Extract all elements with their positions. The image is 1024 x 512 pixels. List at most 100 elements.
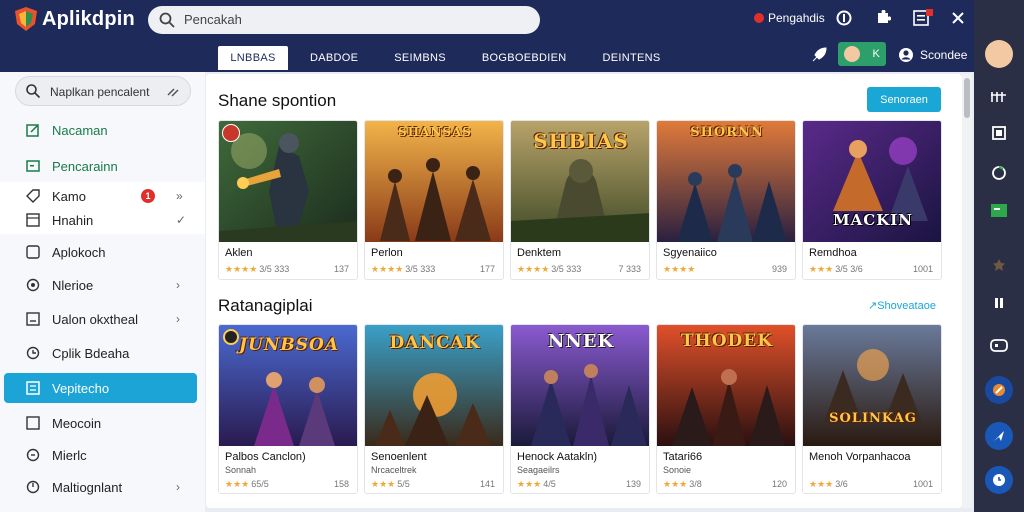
- notifications-link[interactable]: Pengahdis: [754, 8, 825, 28]
- settings-icon: [24, 478, 42, 496]
- game-card[interactable]: Aklen ★★★★ 3/5 333 137: [218, 120, 358, 280]
- sidebar-item-label: Pencarainn: [52, 158, 118, 174]
- game-thumbnail: [219, 121, 357, 242]
- notifications-label: Pengahdis: [768, 11, 825, 25]
- game-art-title: MACKIN: [833, 211, 913, 229]
- game-card[interactable]: SHBIAS Denktem ★★★★ 3/5 333 7 333: [510, 120, 650, 280]
- sidebar-item-ualon[interactable]: Ualon okxtheal ›: [0, 305, 205, 333]
- game-thumbnail: SHANSAS: [365, 121, 503, 242]
- sidebar-item-mierlc[interactable]: Mierlc: [0, 441, 205, 469]
- sidebar-item-vepitecho[interactable]: Vepitecho: [4, 373, 197, 403]
- filter-icon[interactable]: [166, 84, 180, 98]
- sidebar-item-aplokoch[interactable]: Aplokoch: [0, 238, 205, 266]
- sidebar-item-cplik[interactable]: Cplik Bdeaha: [0, 339, 205, 367]
- game-art-title: JUNBSOA: [238, 335, 340, 355]
- section-title: Ratanagiplai: [218, 296, 313, 315]
- rating-stars: ★★★★ 3/5 333: [225, 264, 290, 274]
- sidebar-item-label: Meocoin: [52, 415, 102, 431]
- game-card[interactable]: NNEK Henock Aatakln) Seagaeilrs ★★★ 4/5 1…: [510, 324, 650, 494]
- see-all-link[interactable]: ↗Shoveataoe: [868, 299, 936, 312]
- game-art-title: SHANSAS: [398, 125, 472, 139]
- gamepad-icon[interactable]: [988, 334, 1010, 356]
- game-card[interactable]: SOLINKAG Menoh Vorpanhacoa ★★★ 3/6 1001: [802, 324, 942, 494]
- game-card[interactable]: SHORNN Sgyenaiico ★★★★ 939: [656, 120, 796, 280]
- sidebar-item-hnahin[interactable]: Hnahin ✓: [0, 206, 205, 234]
- game-launcher-icon[interactable]: [985, 376, 1013, 404]
- rating-stars: ★★★ 3/5 3/6: [809, 264, 863, 274]
- game-name: Aklen: [225, 247, 253, 259]
- sidebar-item-pencarainn[interactable]: Pencarainn: [0, 152, 205, 180]
- section-action-button[interactable]: Senoraen: [867, 87, 941, 112]
- avatar[interactable]: [985, 40, 1013, 68]
- sidebar-item-label: Mierlc: [52, 447, 87, 463]
- vertical-scrollbar[interactable]: [962, 74, 972, 508]
- rating-stars: ★★★ 65/5: [225, 479, 269, 489]
- rating-stars: ★★★★: [663, 264, 696, 274]
- game-meta: 177: [479, 264, 495, 274]
- chat-icon[interactable]: [988, 200, 1010, 222]
- game-meta: 158: [333, 479, 349, 489]
- game-thumbnail: NNEK: [511, 325, 649, 446]
- game-thumbnail: DANCAK: [365, 325, 503, 446]
- section-title: Shane spontion: [218, 91, 337, 110]
- info-icon[interactable]: [834, 8, 854, 28]
- pause-icon[interactable]: [988, 292, 1010, 314]
- rocket-icon[interactable]: [808, 44, 830, 66]
- tab-dabdoe[interactable]: DABDOE: [296, 46, 372, 70]
- window-icon[interactable]: [913, 8, 933, 28]
- game-card[interactable]: THODEK Tatari66 Sonoie ★★★ 3/8 120: [656, 324, 796, 494]
- sidebar-item-nacaman[interactable]: Nacaman: [0, 116, 205, 144]
- game-name: Remdhoa: [809, 247, 857, 259]
- game-card[interactable]: JUNBSOA Palbos Canclon) Sonnah ★★★ 65/5 1…: [218, 324, 358, 494]
- game-card[interactable]: MACKIN Remdhoa ★★★ 3/5 3/6 1001: [802, 120, 942, 280]
- tab-lnbbas[interactable]: LNBBAS: [218, 46, 288, 70]
- sidebar-item-meocoin[interactable]: Meocoin: [0, 409, 205, 437]
- rating-stars: ★★★★ 3/5 333: [371, 264, 436, 274]
- star-icon[interactable]: [988, 254, 1010, 276]
- sidebar-item-label: Nlerioe: [52, 277, 94, 293]
- sidebar: Naplkan pencalent Nacaman Pencarainn Kam…: [0, 72, 205, 512]
- game-meta: 137: [333, 264, 349, 274]
- global-search-input[interactable]: Pencakah: [148, 6, 540, 34]
- game-card[interactable]: SHANSAS Perlon ★★★★ 3/5 333 177: [364, 120, 504, 280]
- sidebar-item-nlerioe[interactable]: Nlerioe ›: [0, 271, 205, 299]
- tab-bogboebdien[interactable]: BOGBOEBDIEN: [468, 46, 581, 70]
- clock-icon[interactable]: [985, 466, 1013, 494]
- close-icon[interactable]: [948, 8, 968, 28]
- game-art-title: SOLINKAG: [829, 411, 917, 426]
- game-subtitle: Nrcaceltrek: [371, 465, 417, 475]
- send-icon[interactable]: [985, 422, 1013, 450]
- game-thumbnail: SHORNN: [657, 121, 795, 242]
- sidebar-item-maltiognlant[interactable]: Maltiognlant ›: [0, 473, 205, 501]
- game-meta: 939: [771, 264, 787, 274]
- game-subtitle: Sonnah: [225, 465, 257, 475]
- game-art-title: THODEK: [681, 331, 773, 351]
- sidebar-item-label: Vepitecho: [52, 380, 110, 396]
- game-meta: 120: [771, 479, 787, 489]
- tab-seimbns[interactable]: SEIMBNS: [380, 46, 460, 70]
- sidebar-item-label: Nacaman: [52, 122, 108, 138]
- sort-icon[interactable]: [988, 86, 1010, 108]
- game-name: Sgyenaiico: [663, 247, 717, 259]
- rating-stars: ★★★ 4/5: [517, 479, 556, 489]
- scrollbar-thumb[interactable]: [964, 78, 970, 118]
- tab-deintens[interactable]: DEINTENS: [589, 46, 675, 70]
- puzzle-icon[interactable]: [873, 8, 893, 28]
- game-thumbnail: JUNBSOA: [219, 325, 357, 446]
- notification-badge: 1: [141, 189, 155, 203]
- account-icon[interactable]: [895, 44, 917, 66]
- user-chip[interactable]: K: [838, 42, 886, 66]
- folder-icon: [24, 379, 42, 397]
- game-art-title: DANCAK: [389, 333, 481, 353]
- rating-stars: ★★★ 5/5: [371, 479, 410, 489]
- sidebar-search-input[interactable]: Naplkan pencalent: [15, 76, 191, 106]
- game-art-title: SHORNN: [690, 125, 764, 140]
- square-icon[interactable]: [988, 122, 1010, 144]
- gear-icon: [24, 276, 42, 294]
- game-name: Senoenlent: [371, 451, 427, 463]
- refresh-icon[interactable]: [988, 162, 1010, 184]
- user-name[interactable]: Scondee: [920, 48, 967, 62]
- top-bar: Aplikdpin Pencakah Pengahdis LNBBAS DABD…: [0, 0, 974, 72]
- game-card[interactable]: DANCAK Senoenlent Nrcaceltrek ★★★ 5/5 141: [364, 324, 504, 494]
- search-placeholder: Pencakah: [184, 12, 242, 27]
